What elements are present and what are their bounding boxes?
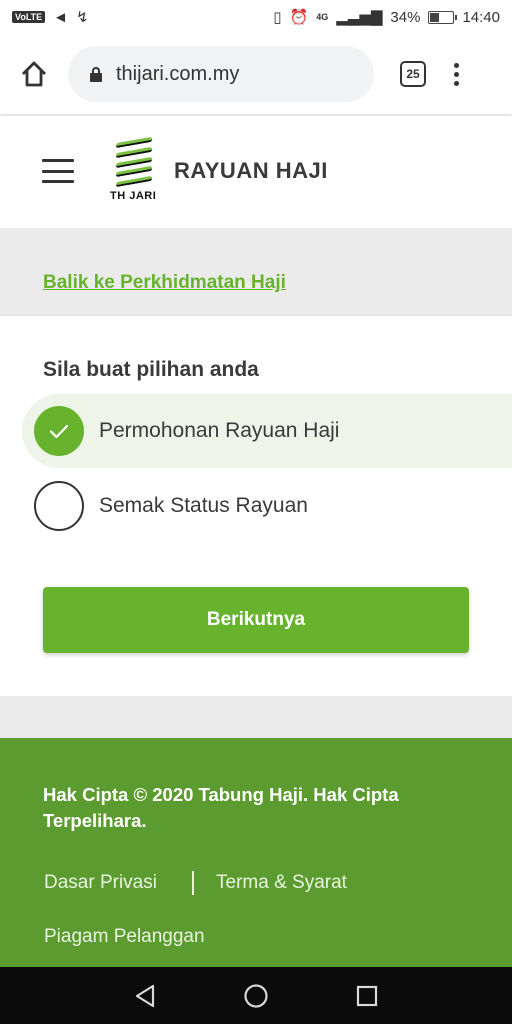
- triangle-back-icon: [136, 984, 155, 1007]
- telegram-icon: ◄: [53, 8, 69, 26]
- radio-unchecked[interactable]: [34, 481, 84, 531]
- customer-charter-link[interactable]: Piagam Pelanggan: [44, 926, 205, 948]
- hamburger-icon[interactable]: [42, 159, 74, 183]
- battery-icon: [428, 10, 458, 24]
- vibrate-icon: ▯: [273, 8, 282, 26]
- missed-call-icon: ↯: [76, 8, 89, 26]
- tab-switcher-button[interactable]: 25: [400, 61, 426, 87]
- alarm-icon: ⏰: [289, 8, 309, 26]
- url-text: thijari.com.my: [116, 62, 240, 85]
- back-link-band: Balik ke Perkhidmatan Haji: [0, 228, 512, 316]
- radio-checked[interactable]: [34, 406, 84, 456]
- copyright-text: Hak Cipta © 2020 Tabung Haji. Hak Cipta …: [43, 784, 399, 831]
- more-vert-icon[interactable]: [454, 62, 459, 86]
- address-bar[interactable]: thijari.com.my: [68, 46, 374, 102]
- nav-home-button[interactable]: [236, 976, 276, 1016]
- thijari-logo[interactable]: TH JARI: [110, 136, 158, 202]
- nav-recents-button[interactable]: [347, 976, 387, 1016]
- volte-badge: VoLTE: [12, 11, 46, 23]
- privacy-link[interactable]: Dasar Privasi: [44, 872, 157, 894]
- footer: Hak Cipta © 2020 Tabung Haji. Hak Cipta …: [0, 738, 512, 967]
- lock-icon: [90, 67, 102, 82]
- battery-percent: 34%: [390, 8, 421, 26]
- battery-fill: [430, 12, 439, 22]
- next-button[interactable]: Berikutnya: [43, 587, 469, 653]
- nav-back-button[interactable]: [125, 976, 165, 1016]
- site-header: TH JARI RAYUAN HAJI: [0, 116, 512, 226]
- browser-toolbar: thijari.com.my 25: [0, 34, 512, 114]
- status-left: VoLTE ◄ ↯: [12, 10, 89, 25]
- circle-home-icon: [244, 983, 268, 1008]
- selection-card: Sila buat pilihan anda Permohonan Rayuan…: [0, 316, 512, 696]
- selection-prompt: Sila buat pilihan anda: [43, 358, 259, 381]
- option-permohonan-rayuan[interactable]: Permohonan Rayuan Haji: [22, 394, 512, 468]
- network-type: 4G: [316, 12, 329, 22]
- option-label: Semak Status Rayuan: [99, 494, 308, 517]
- home-button[interactable]: [14, 54, 54, 94]
- page-title: RAYUAN HAJI: [174, 158, 328, 183]
- home-icon: [22, 61, 46, 87]
- system-nav-bar: [0, 967, 512, 1024]
- back-link[interactable]: Balik ke Perkhidmatan Haji: [43, 272, 286, 294]
- signal-icon: ▂▃▅▇: [336, 8, 383, 26]
- logo-mark: [116, 136, 152, 188]
- square-recents-icon: [356, 985, 377, 1006]
- status-right: ▯ ⏰ 4G ▂▃▅▇ 34% 14:40: [273, 9, 500, 26]
- terms-link[interactable]: Terma & Syarat: [216, 872, 347, 894]
- section-divider: [0, 696, 512, 738]
- status-bar: VoLTE ◄ ↯ ▯ ⏰ 4G ▂▃▅▇ 34% 14:40: [0, 0, 512, 34]
- footer-divider: [192, 871, 194, 895]
- option-semak-status[interactable]: Semak Status Rayuan: [22, 469, 512, 543]
- logo-text: TH JARI: [110, 190, 157, 202]
- clock: 14:40: [462, 8, 500, 26]
- option-label: Permohonan Rayuan Haji: [99, 419, 340, 442]
- check-icon: [49, 424, 69, 439]
